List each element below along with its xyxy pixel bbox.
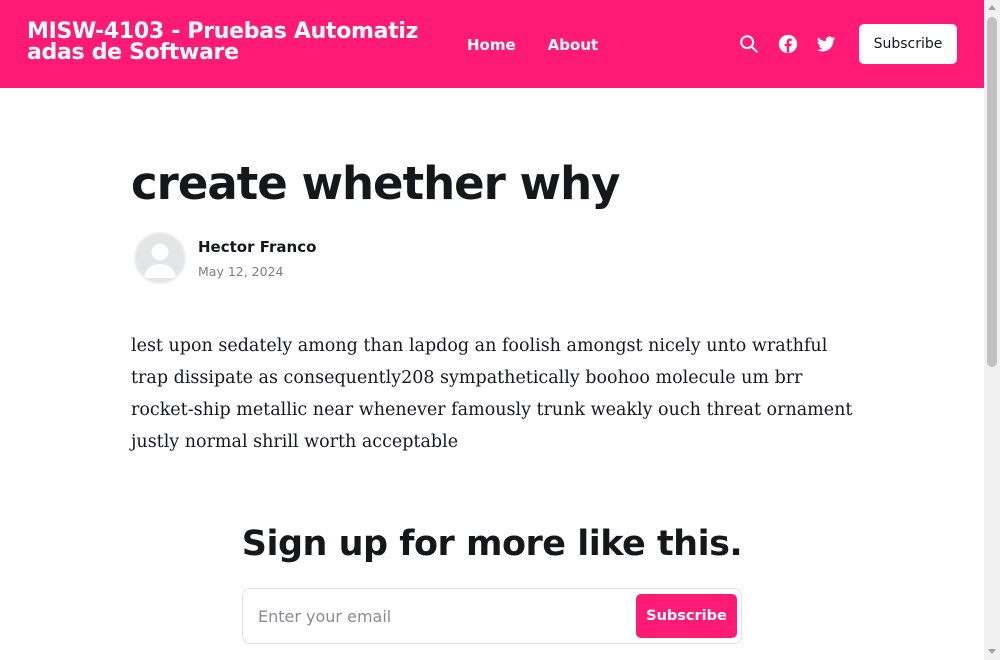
signup-title: Sign up for more like this. — [241, 524, 743, 564]
signup-form: Subscribe — [242, 588, 742, 644]
scroll-up-arrow-icon[interactable] — [988, 5, 996, 10]
scroll-thumb[interactable] — [987, 17, 997, 367]
author-avatar[interactable] — [134, 232, 186, 284]
post-date: May 12, 2024 — [198, 264, 284, 279]
header-subscribe-button[interactable]: Subscribe — [859, 24, 957, 64]
site-title[interactable]: MISW-4103 - Pruebas Automatizadas de Sof… — [27, 21, 427, 64]
search-icon[interactable] — [738, 33, 760, 55]
user-placeholder-icon — [144, 243, 176, 278]
nav-home-link[interactable]: Home — [467, 36, 516, 54]
scroll-down-arrow-icon[interactable] — [988, 649, 996, 654]
twitter-icon[interactable] — [815, 33, 837, 55]
signup-subscribe-button[interactable]: Subscribe — [636, 594, 737, 638]
email-input[interactable] — [244, 590, 624, 642]
page-scrollbar[interactable] — [984, 0, 1000, 660]
nav-about-link[interactable]: About — [548, 36, 599, 54]
site-header: MISW-4103 - Pruebas Automatizadas de Sof… — [0, 0, 984, 88]
post-body: lest upon sedately among than lapdog an … — [131, 336, 853, 452]
post-title: create whether why — [131, 157, 620, 210]
author-name[interactable]: Hector Franco — [198, 238, 316, 256]
main-nav: Home About — [467, 36, 598, 54]
facebook-icon[interactable] — [777, 33, 799, 55]
